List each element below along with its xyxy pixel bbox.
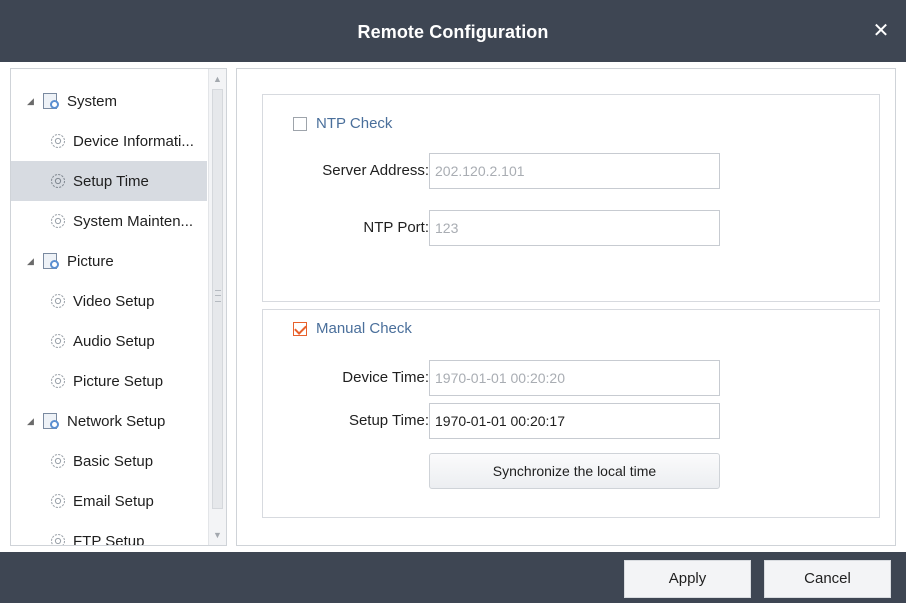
tree-group-network-setup[interactable]: ◢ Network Setup xyxy=(11,401,207,441)
tree-item-video-setup[interactable]: Video Setup xyxy=(11,281,207,321)
server-address-row: Server Address: 202.120.2.101 xyxy=(263,153,881,189)
tree-group-picture[interactable]: ◢ Picture xyxy=(11,241,207,281)
setup-time-panel: NTP Check Server Address: 202.120.2.101 … xyxy=(236,68,896,546)
close-icon[interactable]: ✕ xyxy=(870,20,892,42)
gear-icon xyxy=(51,494,65,508)
dialog-footer: Apply Cancel xyxy=(0,552,906,603)
title-bar: Remote Configuration ✕ xyxy=(0,0,906,62)
ntp-section: NTP Check Server Address: 202.120.2.101 … xyxy=(262,94,880,302)
settings-folder-icon xyxy=(41,92,61,110)
scroll-up-arrow-icon[interactable]: ▲ xyxy=(209,71,226,87)
dialog-title: Remote Configuration xyxy=(357,22,549,42)
tree-item-label: System Mainten... xyxy=(73,212,194,230)
tree-item-setup-time[interactable]: Setup Time xyxy=(11,161,207,201)
gear-icon xyxy=(51,174,65,188)
server-address-label: Server Address: xyxy=(322,162,429,179)
ntp-port-label: NTP Port: xyxy=(363,219,429,236)
ntp-port-row: NTP Port: 123 xyxy=(263,210,881,246)
setup-time-input[interactable]: 1970-01-01 00:20:17 xyxy=(429,403,720,439)
tree-item-email-setup[interactable]: Email Setup xyxy=(11,481,207,521)
ntp-check-label: NTP Check xyxy=(316,115,393,132)
device-time-label: Device Time: xyxy=(342,369,429,386)
gear-icon xyxy=(51,134,65,148)
setup-time-row: Setup Time: 1970-01-01 00:20:17 xyxy=(263,403,881,439)
gear-icon xyxy=(51,374,65,388)
expand-arrow-icon[interactable]: ◢ xyxy=(27,96,37,107)
tree-group-label: System xyxy=(67,92,118,110)
gear-icon xyxy=(51,214,65,228)
tree-item-label: Picture Setup xyxy=(73,372,164,390)
manual-section: Manual Check Device Time: 1970-01-01 00:… xyxy=(262,309,880,518)
tree-item-device-information[interactable]: Device Informati... xyxy=(11,121,207,161)
tree-item-audio-setup[interactable]: Audio Setup xyxy=(11,321,207,361)
device-time-row: Device Time: 1970-01-01 00:20:20 xyxy=(263,360,881,396)
remote-configuration-dialog: Remote Configuration ✕ ◢ System Device I… xyxy=(0,0,906,603)
manual-checkbox[interactable] xyxy=(293,321,307,336)
ntp-check[interactable]: NTP Check xyxy=(293,115,392,132)
apply-button[interactable]: Apply xyxy=(624,560,751,598)
expand-arrow-icon[interactable]: ◢ xyxy=(27,416,37,427)
tree-item-label: Video Setup xyxy=(73,292,155,310)
gear-icon xyxy=(51,334,65,348)
ntp-checkbox[interactable] xyxy=(293,116,307,131)
scroll-thumb[interactable] xyxy=(212,89,223,509)
tree-item-label: FTP Setup xyxy=(73,532,145,546)
server-address-input[interactable]: 202.120.2.101 xyxy=(429,153,720,189)
tree-item-picture-setup[interactable]: Picture Setup xyxy=(11,361,207,401)
tree-scrollbar[interactable]: ▲ ▼ xyxy=(208,69,226,545)
tree-item-label: Audio Setup xyxy=(73,332,155,350)
config-tree: ◢ System Device Informati... Setup Time … xyxy=(10,68,227,546)
manual-check[interactable]: Manual Check xyxy=(293,320,412,337)
expand-arrow-icon[interactable]: ◢ xyxy=(27,256,37,267)
cancel-button[interactable]: Cancel xyxy=(764,560,891,598)
tree-item-label: Setup Time xyxy=(73,172,149,190)
ntp-port-input[interactable]: 123 xyxy=(429,210,720,246)
dialog-body: ◢ System Device Informati... Setup Time … xyxy=(0,62,906,552)
tree-item-system-maintenance[interactable]: System Mainten... xyxy=(11,201,207,241)
gear-icon xyxy=(51,454,65,468)
setup-time-label: Setup Time: xyxy=(348,412,429,429)
settings-folder-icon xyxy=(41,252,61,270)
tree-item-basic-setup[interactable]: Basic Setup xyxy=(11,441,207,481)
tree-item-label: Basic Setup xyxy=(73,452,154,470)
synchronize-local-time-button[interactable]: Synchronize the local time xyxy=(429,453,720,489)
gear-icon xyxy=(51,534,65,545)
tree-group-system[interactable]: ◢ System xyxy=(11,81,207,121)
tree-item-label: Email Setup xyxy=(73,492,154,510)
manual-check-label: Manual Check xyxy=(316,320,412,337)
tree-group-label: Network Setup xyxy=(67,412,166,430)
device-time-input[interactable]: 1970-01-01 00:20:20 xyxy=(429,360,720,396)
tree-group-label: Picture xyxy=(67,252,114,270)
gear-icon xyxy=(51,294,65,308)
settings-folder-icon xyxy=(41,412,61,430)
tree-item-ftp-setup[interactable]: FTP Setup xyxy=(11,521,207,546)
scroll-down-arrow-icon[interactable]: ▼ xyxy=(209,527,226,543)
tree-item-label: Device Informati... xyxy=(73,132,194,150)
